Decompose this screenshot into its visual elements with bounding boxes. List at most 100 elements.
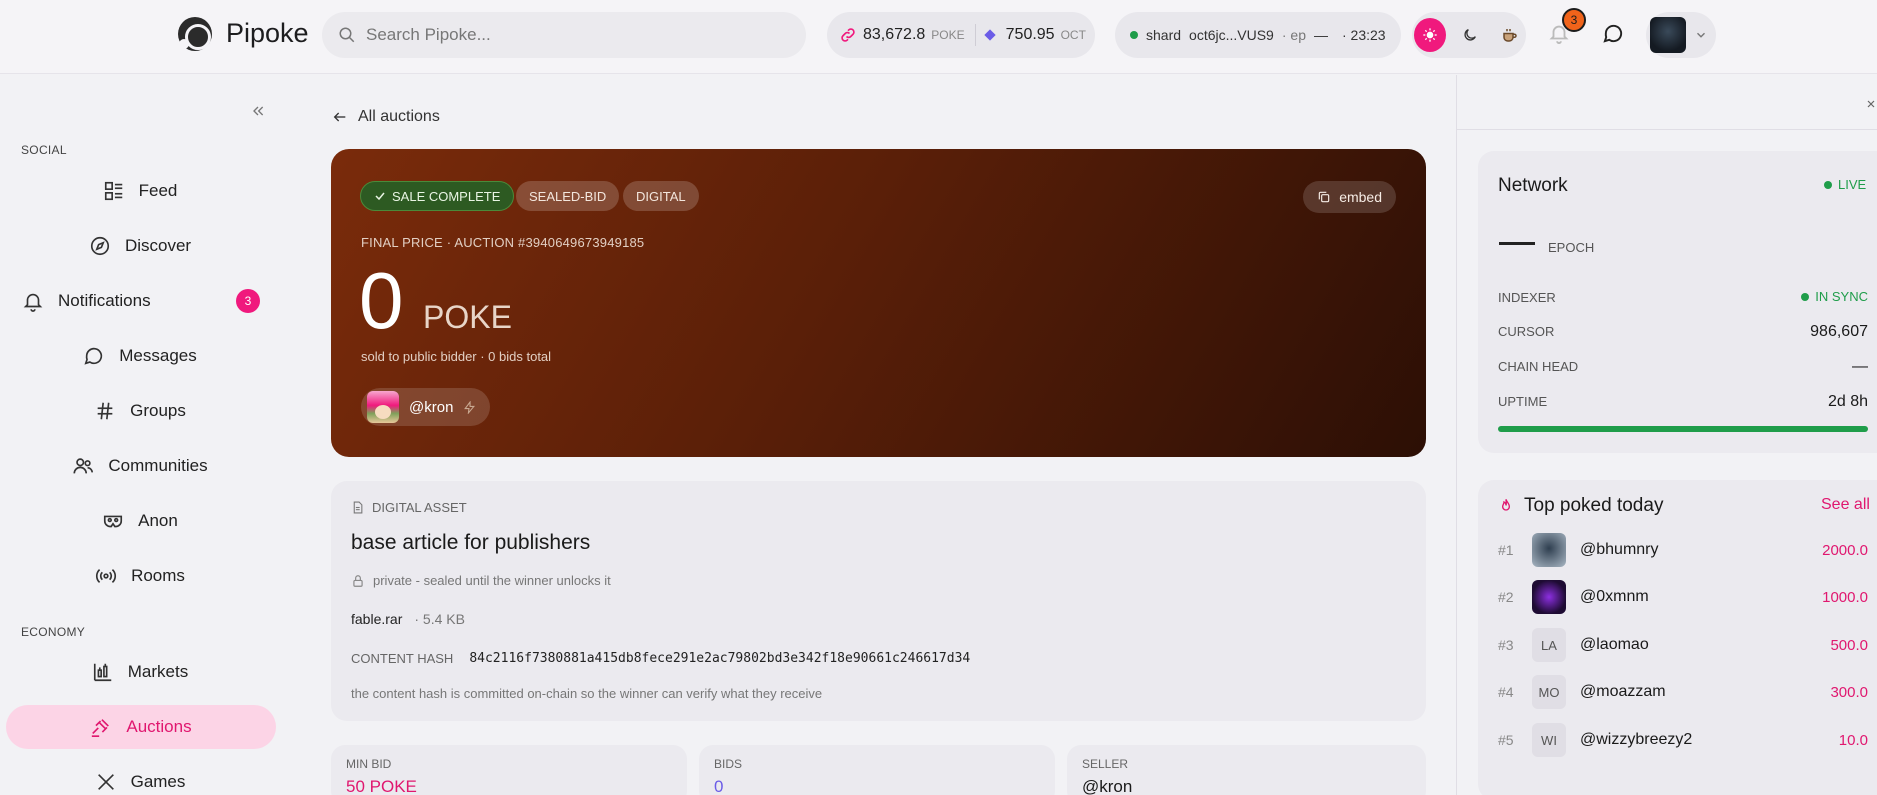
back-to-auctions-link[interactable]: All auctions bbox=[332, 108, 440, 126]
see-all-link[interactable]: See all bbox=[1821, 496, 1870, 514]
sidebar-item-auctions[interactable]: Auctions bbox=[6, 705, 276, 749]
theme-switcher[interactable] bbox=[1412, 12, 1526, 58]
sidebar-item-discover[interactable]: Discover bbox=[0, 224, 280, 268]
sold-summary: sold to public bidder · 0 bids total bbox=[361, 349, 552, 364]
seller-profile-chip[interactable]: @kron bbox=[361, 388, 491, 426]
sidebar-item-label: Messages bbox=[119, 346, 197, 365]
stat-label: MIN BID bbox=[346, 757, 392, 771]
chat-bubble-icon bbox=[1603, 24, 1623, 43]
sidebar-item-feed[interactable]: Feed bbox=[0, 169, 280, 213]
oct-unit: OCT bbox=[1060, 28, 1086, 42]
bolt-icon bbox=[464, 400, 476, 414]
stat-min-bid: MIN BID 50 POKE bbox=[331, 745, 687, 795]
top-poked-row[interactable]: #3 LA @laomao 500.0 bbox=[1498, 625, 1868, 665]
network-title: Network bbox=[1498, 175, 1568, 196]
brand-name[interactable]: Pipoke bbox=[226, 18, 309, 49]
top-poked-title: Top poked today bbox=[1524, 495, 1664, 516]
users-icon bbox=[73, 458, 94, 474]
double-chevron-left-icon bbox=[253, 106, 264, 116]
sale-complete-label: SALE COMPLETE bbox=[392, 188, 501, 204]
theme-light-button[interactable] bbox=[1414, 18, 1446, 52]
content-hash-note: the content hash is committed on-chain s… bbox=[351, 686, 823, 701]
ep-label: · ep bbox=[1281, 27, 1306, 43]
pipoke-logo-icon[interactable] bbox=[178, 17, 212, 51]
poke-balance: 83,672.8 bbox=[863, 26, 926, 43]
asset-title: base article for publishers bbox=[351, 531, 591, 554]
sidebar-item-communities[interactable]: Communities bbox=[0, 444, 280, 488]
theme-dark-button[interactable] bbox=[1454, 18, 1486, 52]
messages-button[interactable] bbox=[1602, 22, 1625, 50]
content-hash-row: CONTENT HASH 84c2116f7380881a415db8fece2… bbox=[351, 651, 970, 666]
user-handle: @bhumnry bbox=[1580, 541, 1659, 558]
broadcast-icon bbox=[96, 568, 117, 584]
embed-button[interactable]: embed bbox=[1303, 181, 1396, 213]
theme-coffee-button[interactable] bbox=[1494, 18, 1526, 52]
shard-id: oct6jc...VUS9 bbox=[1189, 27, 1274, 43]
user-avatar: LA bbox=[1532, 628, 1566, 662]
oct-diamond-icon bbox=[983, 29, 996, 41]
sidebar-item-messages[interactable]: Messages bbox=[0, 334, 280, 378]
top-poked-row[interactable]: #5 WI @wizzybreezy2 10.0 bbox=[1498, 720, 1868, 760]
user-handle: @laomao bbox=[1580, 636, 1649, 653]
sealed-bid-chip: SEALED-BID bbox=[516, 181, 620, 211]
close-panel-button[interactable] bbox=[1865, 97, 1877, 115]
feed-icon bbox=[104, 181, 122, 201]
notifications-count-badge: 3 bbox=[1562, 8, 1586, 32]
asset-type-text: DIGITAL ASSET bbox=[372, 500, 467, 515]
search-input[interactable] bbox=[366, 25, 766, 45]
stat-label: BIDS bbox=[714, 757, 743, 771]
network-row-value: — bbox=[1852, 358, 1868, 375]
stat-value[interactable]: @kron bbox=[1082, 777, 1132, 795]
sidebar: SOCIAL Feed Discover Notifications 3 Mes… bbox=[0, 75, 280, 795]
oct-balance: 750.95 bbox=[1005, 26, 1055, 43]
section-economy-label: ECONOMY bbox=[21, 625, 86, 639]
seller-avatar bbox=[367, 391, 399, 423]
sidebar-item-label: Feed bbox=[138, 181, 178, 200]
epoch-label: EPOCH bbox=[1548, 240, 1595, 255]
file-name: fable.rar bbox=[351, 611, 403, 627]
live-label: LIVE bbox=[1838, 177, 1867, 192]
network-row-cursor: CURSOR 986,607 bbox=[1498, 323, 1868, 340]
sidebar-item-markets[interactable]: Markets bbox=[0, 650, 280, 694]
final-price-unit: POKE bbox=[423, 299, 512, 335]
close-icon bbox=[1867, 100, 1875, 108]
sidebar-item-label: Auctions bbox=[126, 717, 192, 736]
document-icon bbox=[353, 501, 363, 514]
user-handle: @0xmnm bbox=[1580, 588, 1649, 605]
top-poked-row[interactable]: #4 MO @moazzam 300.0 bbox=[1498, 672, 1868, 712]
stat-value: 0 bbox=[714, 777, 724, 795]
collapse-sidebar-button[interactable] bbox=[250, 103, 266, 124]
sidebar-item-groups[interactable]: Groups bbox=[0, 389, 280, 433]
user-avatar: WI bbox=[1532, 723, 1566, 757]
link-icon bbox=[841, 28, 855, 42]
search-box[interactable] bbox=[322, 12, 806, 58]
shard-status[interactable]: shard oct6jc...VUS9 · ep — · 23:23 bbox=[1115, 12, 1401, 58]
file-size: · 5.4 KB bbox=[414, 611, 465, 627]
live-dot-icon bbox=[1824, 180, 1832, 189]
seller-handle: @kron bbox=[409, 398, 454, 416]
user-avatar: MO bbox=[1532, 675, 1566, 709]
account-menu-button[interactable] bbox=[1646, 12, 1716, 58]
content-hash-value[interactable]: 84c2116f7380881a415db8fece291e2ac79802bd… bbox=[469, 651, 970, 666]
wallet-balances[interactable]: 83,672.8 POKE 750.95 OCT bbox=[827, 12, 1095, 58]
top-poked-row[interactable]: #2 @0xmnm 1000.0 bbox=[1498, 577, 1868, 617]
sidebar-item-games[interactable]: Games bbox=[0, 760, 280, 795]
embed-label: embed bbox=[1339, 189, 1382, 205]
network-row-key: INDEXER bbox=[1498, 290, 1556, 305]
shard-status-dot-icon bbox=[1130, 31, 1138, 39]
network-live-status: LIVE bbox=[1824, 177, 1866, 192]
sync-dot-icon bbox=[1801, 292, 1810, 301]
user-avatar bbox=[1650, 17, 1686, 53]
top-poked-row[interactable]: #1 @bhumnry 2000.0 bbox=[1498, 530, 1868, 570]
digital-chip: DIGITAL bbox=[623, 181, 699, 211]
poke-score: 2000.0 bbox=[1822, 541, 1868, 559]
stat-label: SELLER bbox=[1082, 757, 1129, 771]
sidebar-item-anon[interactable]: Anon bbox=[0, 499, 280, 543]
sidebar-item-rooms[interactable]: Rooms bbox=[0, 554, 280, 598]
sidebar-item-notifications[interactable]: Notifications 3 bbox=[0, 279, 280, 323]
bell-icon bbox=[23, 293, 43, 312]
uptime-bar bbox=[1498, 426, 1868, 432]
search-icon bbox=[339, 27, 355, 43]
epoch-value-dash bbox=[1499, 242, 1535, 245]
sidebar-item-label: Games bbox=[130, 772, 186, 791]
